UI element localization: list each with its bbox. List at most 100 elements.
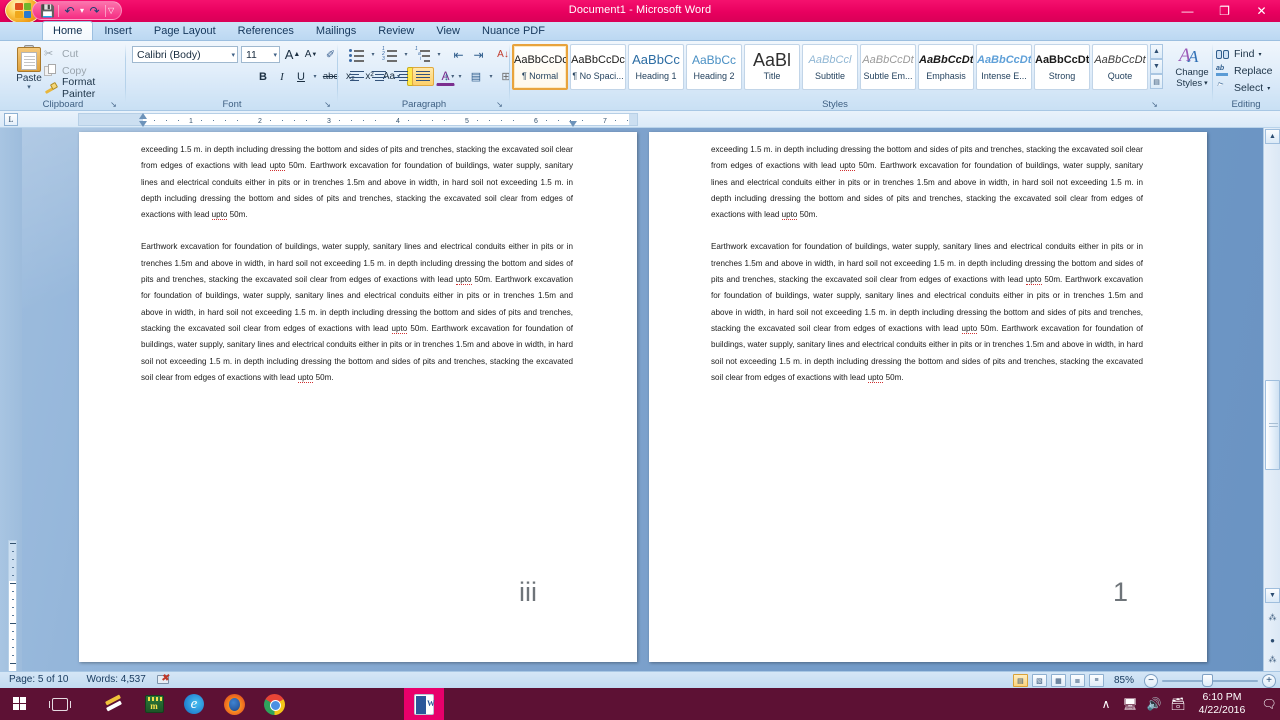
onedrive-icon[interactable]: 🗃 — [1166, 688, 1190, 720]
style-emphasis[interactable]: AaBbCcDt Emphasis — [918, 44, 974, 90]
view-outline-button[interactable]: ≣ — [1069, 674, 1085, 687]
style-strong[interactable]: AaBbCcDt Strong — [1034, 44, 1090, 90]
style-no-spacing[interactable]: AaBbCcDc ¶ No Spaci... — [570, 44, 626, 90]
tab-nuance-pdf[interactable]: Nuance PDF — [471, 21, 556, 40]
find-button[interactable]: Find ▾ — [1216, 46, 1261, 62]
change-styles-button[interactable]: AA Change Styles ▾ — [1168, 44, 1216, 98]
view-print-layout-button[interactable]: ▤ — [1012, 674, 1028, 687]
word-count[interactable]: Words: 4,537 — [78, 672, 155, 688]
align-center-button[interactable] — [368, 67, 390, 86]
styles-scroll-down-button[interactable]: ▼ — [1150, 59, 1163, 74]
tab-insert[interactable]: Insert — [93, 21, 143, 40]
select-button[interactable]: Select ▾ — [1216, 80, 1270, 96]
style-title[interactable]: AaBl Title — [744, 44, 800, 90]
underline-dropdown[interactable]: ▾ — [309, 67, 319, 86]
multilevel-dropdown[interactable]: ▾ — [433, 45, 443, 64]
line-spacing-button[interactable]: ↕ ▾ — [438, 67, 460, 86]
clipboard-dialog-launcher[interactable]: ↘ — [109, 100, 118, 109]
paragraph-dialog-launcher[interactable]: ↘ — [495, 100, 504, 109]
tab-page-layout[interactable]: Page Layout — [143, 21, 227, 40]
style-heading-1[interactable]: AaBbCс Heading 1 — [628, 44, 684, 90]
close-button[interactable]: ✕ — [1243, 0, 1280, 22]
zoom-in-button[interactable]: + — [1262, 673, 1276, 688]
tab-mailings[interactable]: Mailings — [305, 21, 367, 40]
zoom-level[interactable]: 85% — [1108, 675, 1140, 686]
taskbar-snagit[interactable] — [94, 688, 134, 720]
tab-view[interactable]: View — [425, 21, 471, 40]
start-button[interactable] — [0, 688, 40, 720]
vertical-scrollbar[interactable]: ▲ ▼ ⁂ ● ⁂ — [1263, 128, 1280, 671]
taskbar-edge[interactable]: e — [174, 688, 214, 720]
document-page-2[interactable]: exceeding 1.5 m. in depth including dres… — [649, 132, 1207, 662]
clock[interactable]: 6:10 PM 4/22/2016 — [1190, 691, 1258, 717]
shading-dropdown[interactable]: ▾ — [485, 67, 495, 86]
format-painter-button[interactable]: Format Painter — [44, 76, 126, 100]
select-browse-object-button[interactable]: ● — [1265, 633, 1280, 648]
font-size-combo[interactable]: 11 ▾ — [241, 46, 280, 63]
style-quote[interactable]: AaBbCcDt Quote — [1092, 44, 1148, 90]
scrollbar-thumb[interactable] — [1265, 380, 1280, 470]
minimize-button[interactable]: — — [1169, 0, 1206, 22]
style-subtitle[interactable]: AaBbCcl Subtitle — [802, 44, 858, 90]
increase-indent-button[interactable]: ⇥ — [468, 45, 489, 64]
styles-dialog-launcher[interactable]: ↘ — [1150, 100, 1159, 109]
styles-more-button[interactable]: ▤ — [1150, 74, 1163, 89]
taskbar-microsoft-word[interactable]: W — [404, 688, 444, 720]
paste-caret-icon[interactable]: ▾ — [27, 84, 31, 91]
zoom-out-button[interactable]: − — [1144, 673, 1158, 688]
bullets-button[interactable] — [346, 45, 368, 64]
right-indent-marker[interactable] — [569, 121, 577, 127]
bold-button[interactable]: B — [254, 67, 272, 86]
action-center-button[interactable]: 🗨 — [1258, 688, 1280, 720]
first-line-indent-marker[interactable] — [139, 113, 147, 119]
tab-home[interactable]: Home — [42, 21, 94, 40]
view-draft-button[interactable]: ≡ — [1088, 674, 1104, 687]
font-name-combo[interactable]: Calibri (Body) ▾ — [132, 46, 238, 63]
style-intense-emphasis[interactable]: AaBbCcDt Intense E... — [976, 44, 1032, 90]
multilevel-list-button[interactable]: 1ai — [412, 45, 434, 64]
style-normal[interactable]: AaBbCcDc ¶ Normal — [512, 44, 568, 90]
next-page-button[interactable]: ⁂ — [1265, 652, 1280, 667]
taskbar-chrome[interactable] — [254, 688, 294, 720]
underline-button[interactable]: U — [292, 67, 310, 86]
proofing-errors-icon[interactable]: ✖ — [156, 674, 171, 686]
font-dialog-launcher[interactable]: ↘ — [323, 100, 332, 109]
numbering-dropdown[interactable]: ▾ — [400, 45, 410, 64]
network-icon[interactable]: 🖥 — [1118, 688, 1142, 720]
volume-icon[interactable]: 🔊 — [1142, 688, 1166, 720]
cut-button[interactable]: ✂ Cut — [44, 46, 78, 62]
decrease-indent-button[interactable]: ⇤ — [448, 45, 469, 64]
restore-button[interactable]: ❐ — [1206, 0, 1243, 22]
view-web-layout-button[interactable]: ▦ — [1050, 674, 1066, 687]
zoom-slider[interactable] — [1162, 674, 1258, 687]
grow-font-button[interactable]: A ▲ — [283, 45, 302, 64]
numbering-button[interactable]: 123 — [379, 45, 401, 64]
view-full-screen-reading-button[interactable]: ▧ — [1031, 674, 1047, 687]
scroll-up-button[interactable]: ▲ — [1265, 129, 1280, 144]
italic-button[interactable]: I — [273, 67, 291, 86]
justify-button[interactable] — [412, 67, 434, 86]
horizontal-ruler[interactable]: 1 2 3 4 5 6 7 — [78, 113, 638, 127]
shading-button[interactable]: ▤ — [466, 67, 486, 86]
page-indicator[interactable]: Page: 5 of 10 — [0, 672, 78, 688]
styles-scroll-up-button[interactable]: ▲ — [1150, 44, 1163, 59]
task-view-button[interactable] — [40, 688, 80, 720]
taskbar-firefox[interactable] — [214, 688, 254, 720]
tab-references[interactable]: References — [227, 21, 305, 40]
style-subtle-emphasis[interactable]: AaBbCcDt Subtle Em... — [860, 44, 916, 90]
shrink-font-button[interactable]: A ▼ — [302, 45, 320, 64]
hanging-indent-marker[interactable] — [139, 121, 147, 127]
document-canvas[interactable]: exceeding 1.5 m. in depth including dres… — [0, 128, 1280, 671]
align-right-button[interactable] — [390, 67, 412, 86]
align-left-button[interactable] — [346, 67, 368, 86]
style-heading-2[interactable]: AaBbCc Heading 2 — [686, 44, 742, 90]
tab-review[interactable]: Review — [367, 21, 425, 40]
tab-stop-selector[interactable]: L — [4, 113, 18, 126]
document-page-1[interactable]: exceeding 1.5 m. in depth including dres… — [79, 132, 637, 662]
previous-page-button[interactable]: ⁂ — [1265, 610, 1280, 625]
bullets-dropdown[interactable]: ▾ — [367, 45, 377, 64]
scroll-down-button[interactable]: ▼ — [1265, 588, 1280, 603]
zoom-slider-thumb[interactable] — [1202, 674, 1213, 687]
taskbar-utorrent[interactable]: m — [134, 688, 174, 720]
show-hidden-icons-button[interactable]: ∧ — [1094, 688, 1118, 720]
